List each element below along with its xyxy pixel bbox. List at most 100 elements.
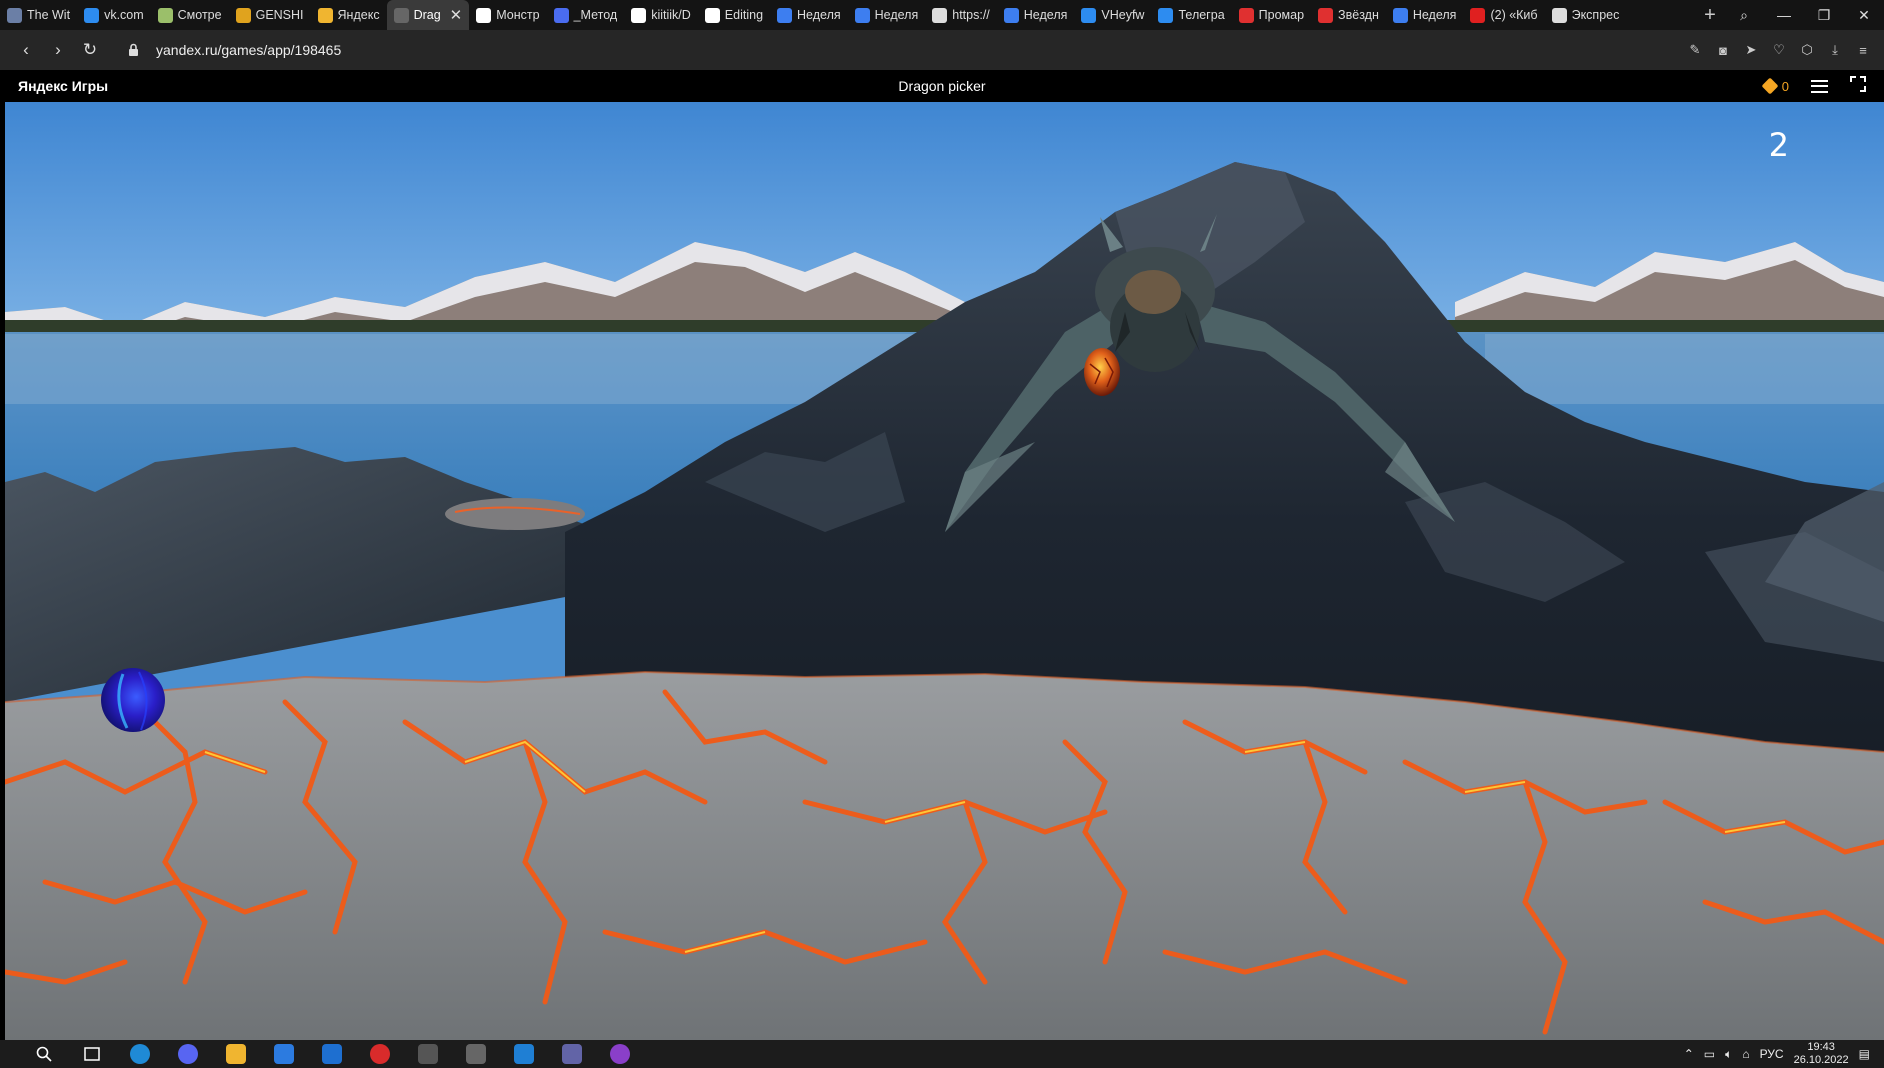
browser-tab[interactable]: Телегра bbox=[1151, 0, 1231, 30]
browser-tab[interactable]: Неделя bbox=[770, 0, 848, 30]
page-icon bbox=[7, 7, 22, 23]
language-indicator[interactable]: РУС bbox=[1760, 1047, 1784, 1061]
letter-a-icon bbox=[1318, 7, 1334, 23]
book-icon bbox=[476, 7, 492, 23]
tab-label: Экспрес bbox=[1571, 8, 1620, 22]
store-icon[interactable] bbox=[260, 1040, 308, 1068]
browser-tab[interactable]: Звёздн bbox=[1311, 0, 1386, 30]
new-tab-button[interactable]: + bbox=[1696, 0, 1724, 30]
browser-tab[interactable]: Неделя bbox=[1386, 0, 1464, 30]
unity-hub-icon[interactable] bbox=[452, 1040, 500, 1068]
browser-tab[interactable]: Неделя bbox=[997, 0, 1075, 30]
speaker-icon[interactable]: 🔈︎ bbox=[1725, 1047, 1732, 1062]
menu-icon[interactable]: ≡ bbox=[1852, 39, 1874, 61]
browser-tab[interactable]: Монстр bbox=[469, 0, 546, 30]
tab-label: kiitiik/D bbox=[651, 8, 691, 22]
browser-tab[interactable]: Drag ✕ bbox=[386, 0, 470, 30]
notifications-icon[interactable]: ▤ bbox=[1859, 1047, 1870, 1061]
tab-label: Editing bbox=[724, 8, 764, 22]
teams-icon[interactable] bbox=[548, 1040, 596, 1068]
yandex-games-header: Яндекс Игры Dragon picker 0 bbox=[0, 70, 1884, 102]
forward-button[interactable]: › bbox=[42, 34, 74, 66]
browser-tab[interactable]: _Метод bbox=[547, 0, 625, 30]
player-ball bbox=[101, 668, 165, 732]
edge-icon[interactable] bbox=[116, 1040, 164, 1068]
tab-label: The Wit bbox=[27, 8, 71, 22]
github-desktop-icon[interactable] bbox=[596, 1040, 644, 1068]
tab-label: Drag bbox=[413, 8, 441, 22]
clock-time: 19:43 bbox=[1807, 1041, 1835, 1053]
opera-icon[interactable] bbox=[356, 1040, 404, 1068]
heart-icon[interactable]: ♡ bbox=[1768, 39, 1790, 61]
letter-a-icon bbox=[1238, 7, 1254, 23]
yandex-games-logo[interactable]: Яндекс Игры bbox=[18, 78, 108, 94]
chevron-up-icon[interactable]: ⌃ bbox=[1684, 1047, 1694, 1061]
game-canvas[interactable]: 2 bbox=[5, 102, 1884, 1040]
reload-button[interactable]: ↻ bbox=[74, 34, 106, 66]
discord-icon[interactable] bbox=[164, 1040, 212, 1068]
browser-tab[interactable]: (2) «Киб bbox=[1463, 0, 1544, 30]
tab-label: Промар bbox=[1258, 8, 1305, 22]
github-icon bbox=[704, 7, 720, 23]
doc-icon bbox=[553, 7, 569, 23]
wave-icon bbox=[1392, 7, 1408, 23]
browser-tab[interactable]: https:// bbox=[925, 0, 997, 30]
camera-icon[interactable]: ◙ bbox=[1712, 39, 1734, 61]
wave-icon bbox=[777, 7, 793, 23]
file-explorer-icon[interactable] bbox=[212, 1040, 260, 1068]
tab-label: Монстр bbox=[496, 8, 540, 22]
send-icon[interactable]: ➤ bbox=[1740, 39, 1762, 61]
browser-tab[interactable]: Editing bbox=[698, 0, 770, 30]
hamburger-menu-icon[interactable] bbox=[1811, 79, 1828, 93]
minimize-button[interactable]: — bbox=[1764, 0, 1804, 30]
vscode-icon[interactable] bbox=[500, 1040, 548, 1068]
tab-label: Неделя bbox=[874, 8, 919, 22]
address-bar: ‹ › ↻ yandex.ru/games/app/198465 ✎ ◙ ➤ ♡… bbox=[0, 30, 1884, 70]
mail-icon[interactable] bbox=[308, 1040, 356, 1068]
restore-button[interactable]: ❐ bbox=[1804, 0, 1844, 30]
close-tab-icon[interactable]: ✕ bbox=[450, 6, 463, 24]
g-letter-icon bbox=[235, 7, 251, 23]
browser-tab[interactable]: GENSHI bbox=[229, 0, 311, 30]
vk-icon bbox=[1081, 7, 1097, 23]
browser-tab[interactable]: kiitiik/D bbox=[624, 0, 698, 30]
clock[interactable]: 19:43 26.10.2022 bbox=[1794, 1041, 1849, 1067]
address-bar-actions: ✎ ◙ ➤ ♡ ⬡ ⤓ ≡ bbox=[1684, 39, 1874, 61]
game-icon bbox=[393, 7, 409, 23]
back-button[interactable]: ‹ bbox=[10, 34, 42, 66]
coin-icon bbox=[1761, 77, 1779, 95]
tab-list: The Wit vk.com Смотре GENSHI Яндекс Drag ✕ Монс… bbox=[0, 0, 1696, 30]
battery-icon[interactable]: ▭ bbox=[1704, 1047, 1715, 1061]
wave-icon bbox=[854, 7, 870, 23]
tab-label: Смотре bbox=[177, 8, 222, 22]
cube-icon[interactable]: ⬡ bbox=[1796, 39, 1818, 61]
tab-label: https:// bbox=[952, 8, 990, 22]
url-field[interactable]: yandex.ru/games/app/198465 bbox=[156, 42, 1684, 58]
tab-label: Телегра bbox=[1178, 8, 1225, 22]
search-icon[interactable]: ⌕ bbox=[1724, 0, 1764, 30]
system-tray: ⌃ ▭ 🔈︎ ⌂ РУС 19:43 26.10.2022 ▤ bbox=[1684, 1041, 1884, 1067]
coins-counter[interactable]: 0 bbox=[1761, 77, 1789, 95]
browser-tab[interactable]: Яндекс bbox=[311, 0, 387, 30]
header-actions: 0 bbox=[1761, 75, 1866, 97]
browser-tab[interactable]: VHeyfw bbox=[1074, 0, 1151, 30]
browser-tab[interactable]: vk.com bbox=[77, 0, 151, 30]
lock-icon[interactable] bbox=[126, 42, 140, 58]
network-icon[interactable]: ⌂ bbox=[1742, 1047, 1749, 1061]
search-icon[interactable] bbox=[20, 1040, 68, 1068]
tab-label: VHeyfw bbox=[1101, 8, 1145, 22]
browser-tab[interactable]: Неделя bbox=[848, 0, 926, 30]
face-icon bbox=[157, 7, 173, 23]
browser-tab[interactable]: Смотре bbox=[151, 0, 229, 30]
browser-tab[interactable]: Экспрес bbox=[1545, 0, 1627, 30]
browser-tab-strip: The Wit vk.com Смотре GENSHI Яндекс Drag ✕ Монс… bbox=[0, 0, 1884, 30]
browser-tab[interactable]: Промар bbox=[1232, 0, 1311, 30]
wave-icon bbox=[1003, 7, 1019, 23]
unity-icon[interactable] bbox=[404, 1040, 452, 1068]
edit-icon[interactable]: ✎ bbox=[1684, 39, 1706, 61]
close-window-button[interactable]: ✕ bbox=[1844, 0, 1884, 30]
task-view-icon[interactable] bbox=[68, 1040, 116, 1068]
download-icon[interactable]: ⤓ bbox=[1824, 39, 1846, 61]
fullscreen-icon[interactable] bbox=[1850, 75, 1866, 97]
browser-tab[interactable]: The Wit bbox=[0, 0, 77, 30]
